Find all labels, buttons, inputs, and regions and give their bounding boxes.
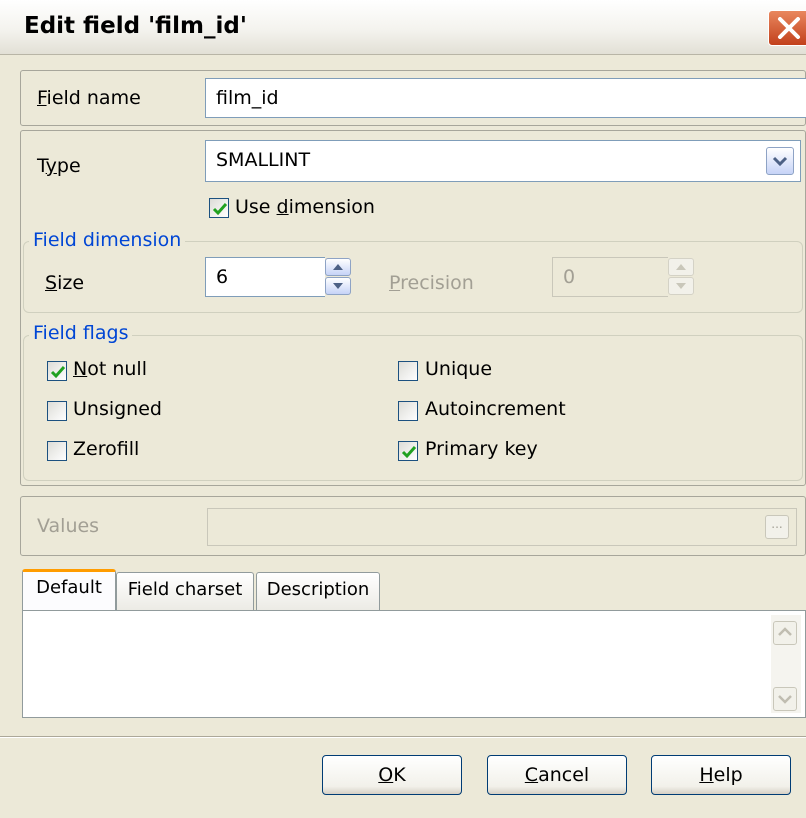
spin-up-icon [676,264,686,270]
field-name-panel: Field name film_id [20,70,806,126]
use-dimension-checkbox[interactable] [209,198,229,218]
tab-field-charset-label: Field charset [127,579,243,600]
values-ellipsis-button[interactable]: ... [765,515,789,539]
field-dimension-legend: Field dimension [29,229,186,251]
precision-input[interactable]: 0 [552,257,668,297]
values-input[interactable] [207,508,797,546]
scroll-down-button[interactable] [773,687,797,711]
precision-label: Precision [389,272,474,294]
size-spin-up[interactable] [325,258,351,276]
spin-down-icon [676,283,686,289]
primary-key-label[interactable]: Primary key [425,438,538,460]
unique-label[interactable]: Unique [425,358,492,380]
type-select[interactable]: SMALLINT [205,140,801,182]
size-spin-down[interactable] [325,277,351,295]
tab-field-charset[interactable]: Field charset [116,572,254,610]
edit-field-dialog: Edit field 'film_id' Field name film_id … [0,0,806,818]
field-name-label: Field name [37,87,141,109]
not-null-checkbox[interactable] [47,361,67,381]
chevron-down-icon [772,156,788,167]
check-icon [212,203,228,216]
ok-button[interactable]: OK [322,755,462,795]
button-separator [0,736,806,738]
scroll-up-button[interactable] [773,621,797,645]
precision-spinner[interactable] [668,258,694,296]
ellipsis-label: ... [771,517,783,531]
size-input[interactable]: 6 [205,257,325,297]
type-panel: Type SMALLINT Use dimension Field dimens… [20,130,806,486]
title-bar: Edit field 'film_id' [0,0,806,55]
check-icon [50,366,66,379]
type-dropdown-button[interactable] [766,147,794,175]
memo-scrollbar[interactable] [771,615,801,713]
check-icon [401,446,417,459]
values-panel: Values ... [20,496,806,556]
use-dimension-label[interactable]: Use dimension [235,196,375,218]
unique-checkbox[interactable] [398,361,418,381]
cancel-button[interactable]: Cancel [487,755,627,795]
size-spinner[interactable] [325,258,351,296]
field-name-input[interactable]: film_id [205,78,806,118]
type-select-value: SMALLINT [216,149,311,171]
unsigned-label[interactable]: Unsigned [73,398,162,420]
zerofill-checkbox[interactable] [47,441,67,461]
spin-up-icon [333,264,343,270]
size-label: Size [45,272,85,294]
type-label: Type [37,155,81,177]
not-null-label[interactable]: Not null [73,358,147,380]
tab-description[interactable]: Description [256,572,380,610]
close-button[interactable] [768,10,806,46]
values-label: Values [37,515,100,537]
autoincrement-label[interactable]: Autoincrement [425,398,566,420]
autoincrement-checkbox[interactable] [398,401,418,421]
window-title: Edit field 'film_id' [24,13,247,39]
tab-default-label: Default [36,577,102,598]
zerofill-label[interactable]: Zerofill [73,438,139,460]
precision-spin-down[interactable] [668,277,694,295]
primary-key-checkbox[interactable] [398,441,418,461]
scroll-up-icon [778,627,792,636]
unsigned-checkbox[interactable] [47,401,67,421]
scroll-down-icon [778,695,792,704]
close-icon [778,17,800,39]
tab-description-label: Description [266,579,370,600]
tab-default[interactable]: Default [22,569,116,613]
field-flags-legend: Field flags [29,322,133,344]
default-value-memo[interactable] [22,610,806,718]
precision-spin-up[interactable] [668,258,694,276]
spin-down-icon [333,283,343,289]
help-button[interactable]: Help [651,755,791,795]
